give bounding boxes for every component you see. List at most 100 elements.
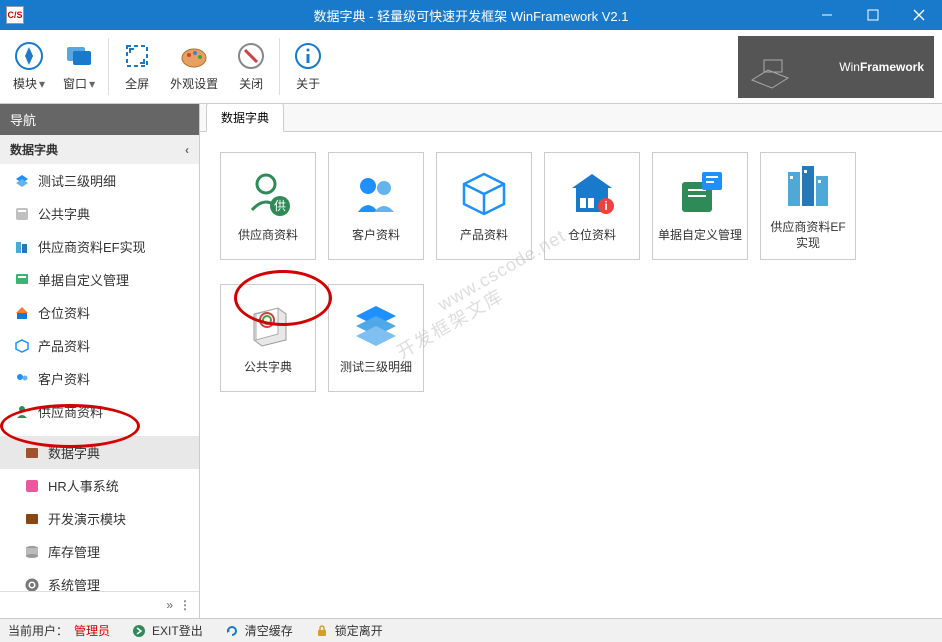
sidebar-item-product[interactable]: 产品资料 (0, 329, 199, 362)
window-title: 数据字典 - 轻量级可快速开发框架 WinFramework V2.1 (314, 6, 629, 25)
sidebar-item-dict[interactable]: 公共字典 (0, 197, 199, 230)
sidebar-module-system[interactable]: 系统管理 (0, 568, 199, 591)
ribbon-label: 外观设置 (170, 75, 218, 92)
ribbon-label: 全屏 (125, 75, 149, 92)
sidebar-module-stock[interactable]: 库存管理 (0, 535, 199, 568)
sidebar-item-label: 测试三级明细 (38, 171, 116, 190)
layers-icon (14, 173, 30, 189)
tile-label: 公共字典 (240, 360, 296, 376)
sidebar-module-label: 数据字典 (48, 443, 100, 462)
tile-test[interactable]: 测试三级明细 (328, 284, 424, 392)
tile-grid: 供供应商资料 客户资料 产品资料 i 仓位资料 单据自定义管理 供应商资料EF实现… (200, 132, 942, 412)
tile-supplier-ef[interactable]: 供应商资料EF实现 (760, 152, 856, 260)
tile-label: 供应商资料 (234, 228, 302, 244)
sidebar-items: 测试三级明细 公共字典 供应商资料EF实现 单据自定义管理 仓位资料 产品资料 … (0, 164, 199, 591)
person-icon (14, 404, 30, 420)
layers-tile-icon (350, 300, 402, 352)
ribbon-toolbar: 模块▾ 窗口▾ 全屏 外观设置 关闭 关于 WinFramework (0, 30, 942, 104)
db-icon (24, 544, 40, 560)
maximize-button[interactable] (850, 0, 896, 30)
separator (279, 38, 280, 95)
ribbon-fullscreen[interactable]: 全屏 (113, 32, 161, 101)
status-bar: 当前用户： 管理员 EXIT登出 清空缓存 锁定离开 (0, 618, 942, 642)
tab-dict[interactable]: 数据字典 (206, 103, 284, 132)
close-circle-icon (236, 41, 266, 71)
tile-label: 仓位资料 (564, 228, 620, 244)
buildings-icon (782, 160, 834, 212)
sidebar-item-supplier-ef[interactable]: 供应商资料EF实现 (0, 230, 199, 263)
sidebar-item-test[interactable]: 测试三级明细 (0, 164, 199, 197)
ribbon-label: 窗口 (63, 75, 87, 92)
tile-customer[interactable]: 客户资料 (328, 152, 424, 260)
hr-icon (24, 478, 40, 494)
sidebar-module-hr[interactable]: HR人事系统 (0, 469, 199, 502)
windows-icon (64, 41, 94, 71)
tile-label: 客户资料 (348, 228, 404, 244)
book-icon (14, 206, 30, 222)
ribbon-window[interactable]: 窗口▾ (54, 32, 104, 101)
tile-label: 供应商资料EF实现 (761, 220, 855, 251)
house-icon (14, 305, 30, 321)
tile-supplier[interactable]: 供供应商资料 (220, 152, 316, 260)
brand-light: Win (839, 60, 860, 74)
exit-icon (132, 624, 146, 638)
brand-bold: Framework (860, 60, 924, 74)
sidebar-module-label: 开发演示模块 (48, 509, 126, 528)
chevron-left-icon: ‹ (185, 143, 189, 157)
close-button[interactable] (896, 0, 942, 30)
sidebar-item-supplier[interactable]: 供应商资料 (0, 395, 199, 428)
status-clear[interactable]: 清空缓存 (245, 622, 293, 639)
tile-label: 单据自定义管理 (654, 228, 746, 244)
form-tile-icon (674, 168, 726, 220)
cube-icon (14, 338, 30, 354)
tile-public-dict[interactable]: 公共字典 (220, 284, 316, 392)
sidebar-title: 导航 (0, 104, 199, 135)
sidebar-section-label: 数据字典 (10, 141, 58, 158)
tile-form[interactable]: 单据自定义管理 (652, 152, 748, 260)
sidebar-item-label: 产品资料 (38, 336, 90, 355)
status-user-label: 当前用户： (8, 622, 68, 639)
sidebar-section-header[interactable]: 数据字典 ‹ (0, 135, 199, 164)
ribbon-module[interactable]: 模块▾ (4, 32, 54, 101)
ribbon-label: 模块 (13, 75, 37, 92)
sidebar-module-label: HR人事系统 (48, 476, 119, 495)
form-icon (14, 272, 30, 288)
ribbon-label: 关闭 (239, 75, 263, 92)
tile-product[interactable]: 产品资料 (436, 152, 532, 260)
warehouse-icon: i (566, 168, 618, 220)
tile-label: 产品资料 (456, 228, 512, 244)
content-area: 数据字典 供供应商资料 客户资料 产品资料 i 仓位资料 单据自定义管理 供应商资… (200, 104, 942, 618)
status-exit[interactable]: EXIT登出 (152, 622, 203, 639)
tab-bar: 数据字典 (200, 104, 942, 132)
app-icon: C/S (6, 6, 24, 24)
ribbon-close[interactable]: 关闭 (227, 32, 275, 101)
fullscreen-icon (122, 41, 152, 71)
dict-tile-icon (242, 300, 294, 352)
main-area: 导航 数据字典 ‹ 测试三级明细 公共字典 供应商资料EF实现 单据自定义管理 … (0, 104, 942, 618)
tile-warehouse[interactable]: i 仓位资料 (544, 152, 640, 260)
ribbon-about[interactable]: 关于 (284, 32, 332, 101)
sidebar-item-customer[interactable]: 客户资料 (0, 362, 199, 395)
ribbon-appearance[interactable]: 外观设置 (161, 32, 227, 101)
brand-logo: WinFramework (738, 36, 934, 98)
sidebar-item-warehouse[interactable]: 仓位资料 (0, 296, 199, 329)
status-user: 管理员 (74, 622, 110, 639)
minimize-button[interactable] (804, 0, 850, 30)
dict-icon (24, 445, 40, 461)
chevron-collapse-icon[interactable]: » (166, 598, 173, 612)
more-button[interactable]: ⋮ (179, 598, 193, 612)
sidebar-module-dict[interactable]: 数据字典 (0, 436, 199, 469)
chevron-down-icon: ▾ (89, 77, 95, 91)
sidebar-item-label: 公共字典 (38, 204, 90, 223)
sidebar-item-label: 仓位资料 (38, 303, 90, 322)
sidebar-item-label: 客户资料 (38, 369, 90, 388)
sidebar-module-dev[interactable]: 开发演示模块 (0, 502, 199, 535)
svg-text:供: 供 (274, 199, 286, 213)
status-lock[interactable]: 锁定离开 (335, 622, 383, 639)
supplier-icon: 供 (242, 168, 294, 220)
dev-icon (24, 511, 40, 527)
sidebar-item-form[interactable]: 单据自定义管理 (0, 263, 199, 296)
title-bar: C/S 数据字典 - 轻量级可快速开发框架 WinFramework V2.1 (0, 0, 942, 30)
lock-icon (315, 624, 329, 638)
building-icon (14, 239, 30, 255)
